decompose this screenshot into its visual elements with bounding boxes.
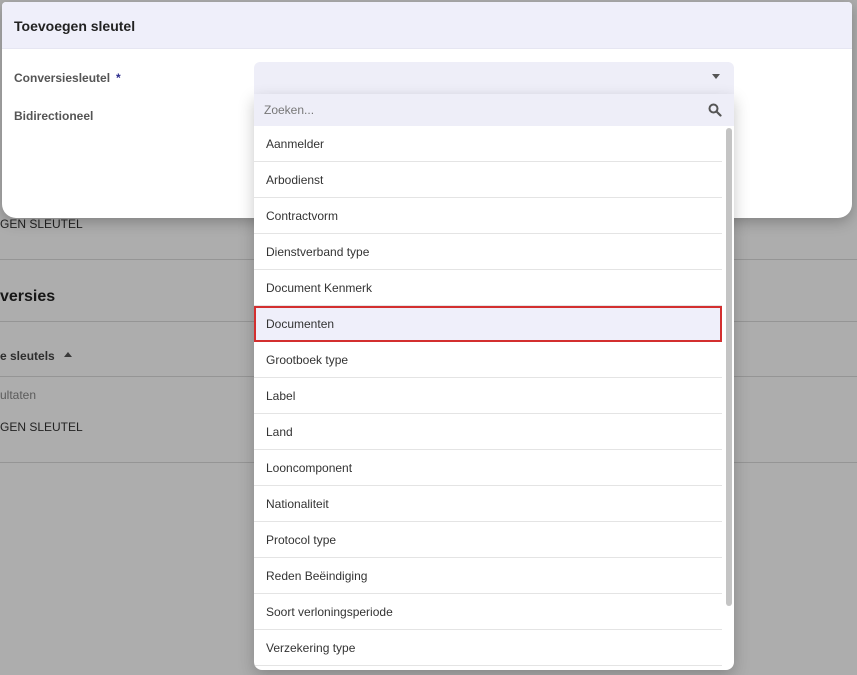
dropdown-option[interactable]: Document Kenmerk [254,270,722,306]
dropdown-scrollbar[interactable] [726,128,732,606]
dropdown-search-input[interactable] [254,94,694,126]
dropdown-option[interactable]: Aanmelder [254,126,722,162]
dropdown-option[interactable]: Contractvorm [254,198,722,234]
conversion-key-select[interactable] [254,62,734,94]
dropdown-option[interactable]: Looncomponent [254,450,722,486]
dialog-title: Toevoegen sleutel [14,18,136,34]
dropdown-option[interactable]: Dienstverband type [254,234,722,270]
chevron-down-icon[interactable] [712,74,720,79]
dropdown-option[interactable]: Land [254,414,722,450]
dropdown-search-row [254,94,734,126]
dropdown-option[interactable]: Soort verloningsperiode [254,594,722,630]
dropdown-option[interactable]: Verzekering type [254,630,722,666]
dialog-header: Toevoegen sleutel [2,2,852,49]
dropdown-options-list: Aanmelder Arbodienst Contractvorm Dienstver… [254,126,722,666]
dropdown-option[interactable]: Arbodienst [254,162,722,198]
dropdown-option[interactable]: Nationaliteit [254,486,722,522]
conversion-key-label-text: Conversiesleutel [14,71,111,85]
bidirectional-label: Bidirectioneel [14,109,94,123]
dropdown-option[interactable]: Protocol type [254,522,722,558]
dropdown-option[interactable]: Reden Beëindiging [254,558,722,594]
dropdown-option[interactable]: Grootboek type [254,342,722,378]
dropdown-option[interactable]: Documenten [254,306,722,342]
conversion-key-label: Conversiesleutel * [14,71,121,85]
search-icon[interactable] [708,103,722,117]
required-marker: * [116,71,121,85]
conversion-key-dropdown: AanmelderArbodienstContractvormDienstver… [254,94,734,670]
dropdown-option[interactable]: Label [254,378,722,414]
